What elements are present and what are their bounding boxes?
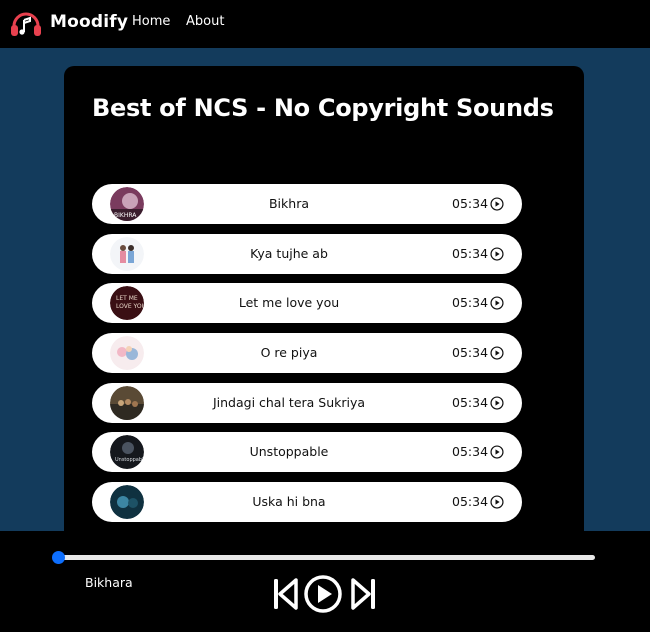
play-circle-icon[interactable] (303, 574, 343, 614)
play-circle-icon[interactable] (490, 247, 504, 261)
play-circle-icon[interactable] (490, 346, 504, 360)
nav-home-link[interactable]: Home (132, 14, 170, 29)
play-circle-icon[interactable] (490, 396, 504, 410)
song-item[interactable]: BIKHRA Bikhra 05:34 (92, 184, 522, 224)
song-item[interactable]: O re piya 05:34 (92, 333, 522, 374)
bottom-player: Bikhara (0, 531, 650, 632)
progress-bar[interactable] (52, 551, 595, 564)
song-cover: BIKHRA (110, 187, 144, 221)
song-item[interactable]: Jindagi chal tera Sukriya 05:34 (92, 382, 522, 423)
skip-end-icon[interactable] (351, 577, 377, 611)
song-duration: 05:34 (452, 444, 489, 460)
now-playing-title: Bikhara (85, 575, 133, 590)
song-duration: 05:34 (452, 196, 489, 211)
song-item[interactable]: Unstoppable Unstoppable 05:34 (92, 432, 522, 473)
song-duration: 05:34 (452, 345, 489, 361)
play-circle-icon[interactable] (490, 197, 504, 211)
song-duration: 05:34 (452, 494, 489, 510)
song-title: Let me love you (238, 295, 340, 311)
song-title: Kya tujhe ab (250, 245, 328, 261)
headphones-music-note-icon[interactable] (9, 6, 43, 40)
song-title: Uska hi bna (252, 494, 326, 510)
song-duration: 05:34 (452, 295, 489, 311)
song-cover (110, 336, 144, 371)
song-title: Bikhra (268, 196, 309, 211)
play-circle-icon[interactable] (490, 495, 504, 509)
play-circle-icon[interactable] (490, 296, 504, 310)
song-item[interactable]: Kya tujhe ab 05:34 (92, 233, 522, 274)
song-title: Unstoppable (249, 444, 329, 460)
song-cover: LET ME LOVE YOU (110, 286, 144, 321)
svg-text:LOVE YOU: LOVE YOU (116, 303, 144, 310)
nav-about-link[interactable]: About (186, 14, 224, 29)
song-title: O re piya (260, 345, 318, 361)
play-circle-icon[interactable] (490, 445, 504, 460)
progress-handle[interactable] (52, 551, 65, 564)
svg-text:LET ME: LET ME (116, 295, 138, 302)
svg-text:BIKHRA: BIKHRA (114, 212, 137, 219)
skip-start-icon[interactable] (272, 577, 298, 611)
song-cover: Unstoppable (110, 435, 144, 470)
song-cover (110, 385, 144, 420)
playlist-title: Best of NCS - No Copyright Sounds (92, 94, 554, 122)
svg-text:Unstoppable: Unstoppable (115, 457, 144, 463)
song-list: BIKHRA Bikhra 05:34 Kya tujhe ab 05:34 L… (92, 184, 522, 532)
song-title: Jindagi chal tera Sukriya (212, 394, 366, 410)
song-item[interactable]: LET ME LOVE YOU Let me love you 05:34 (92, 283, 522, 324)
brand-name[interactable]: Moodify (50, 12, 128, 32)
song-cover (110, 485, 144, 520)
song-cover (110, 236, 144, 271)
song-duration: 05:34 (452, 245, 489, 261)
playlist-container: Best of NCS - No Copyright Sounds BIKHRA… (64, 66, 584, 546)
navbar: Moodify Home About (0, 0, 650, 48)
song-item[interactable]: Uska hi bna 05:34 (92, 482, 522, 523)
song-duration: 05:34 (452, 394, 489, 410)
